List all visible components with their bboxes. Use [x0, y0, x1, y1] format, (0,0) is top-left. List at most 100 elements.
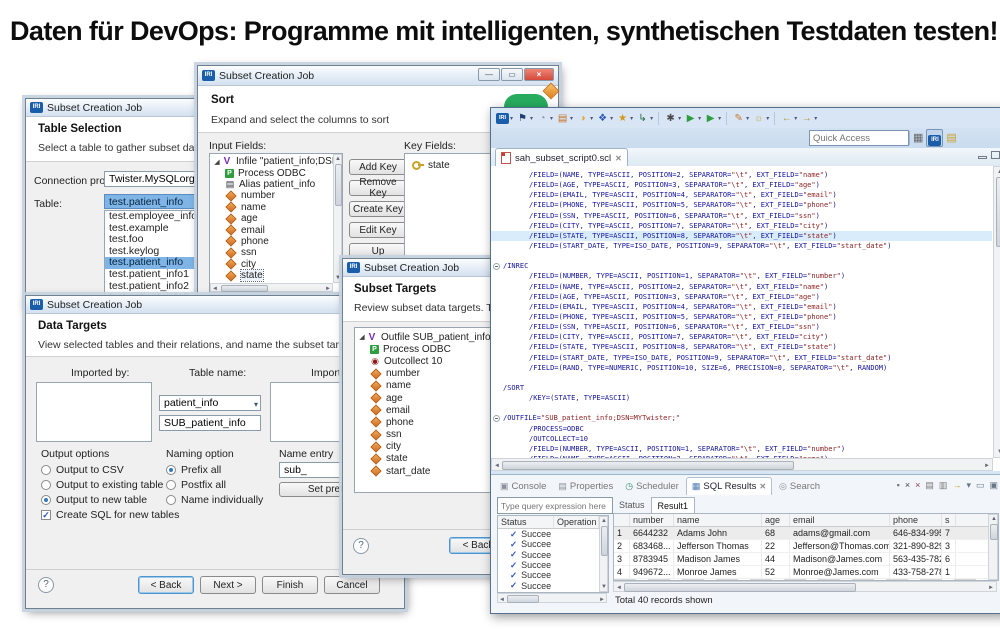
code-line[interactable]: /FIELD=(STATE, TYPE=ASCII, POSITION=8, S… — [491, 231, 992, 241]
status-row[interactable]: ✓Succee — [498, 580, 608, 590]
code-line[interactable] — [491, 373, 992, 383]
code-line[interactable]: /FIELD=(NAME, TYPE=ASCII, POSITION=2, SE… — [491, 282, 992, 292]
code-line[interactable]: /FIELD=(START_DATE, TYPE=ISO_DATE, POSIT… — [491, 353, 992, 363]
log-icon[interactable]: ▥ — [939, 479, 948, 491]
minimize-button[interactable]: — — [478, 68, 500, 81]
tree-item[interactable]: start_date — [357, 465, 499, 477]
code-line[interactable]: /FIELD=(PHONE, TYPE=ASCII, POSITION=5, S… — [491, 312, 992, 322]
open-perspective-icon[interactable]: ▦ — [913, 130, 923, 146]
vertical-scrollbar[interactable]: ▲ ▼ — [599, 516, 608, 592]
code-line[interactable]: /FIELD=(SSN, TYPE=ASCII, POSITION=6, SEP… — [491, 322, 992, 332]
table-row[interactable]: 38783945Madison James44Madison@James.com… — [614, 553, 998, 566]
tree-item[interactable]: ssn — [212, 247, 332, 258]
maximize-view-icon[interactable] — [991, 151, 1000, 159]
edit-key-button[interactable]: Edit Key — [349, 222, 407, 238]
tree-item[interactable]: city — [212, 259, 332, 270]
horizontal-scrollbar[interactable]: ◄ ► — [491, 458, 993, 471]
code-line[interactable]: /FIELD=(NUMBER, TYPE=ASCII, POSITION=1, … — [491, 444, 992, 454]
tree-item[interactable]: number — [357, 368, 499, 380]
naming-option-radio[interactable]: Prefix all — [166, 462, 263, 477]
remove-all-icon[interactable]: × — [915, 479, 920, 491]
close-button[interactable]: × — [524, 68, 554, 81]
code-line[interactable] — [491, 251, 992, 261]
tree-item[interactable]: name — [212, 202, 332, 213]
tree-item[interactable]: age — [212, 213, 332, 224]
status-row[interactable]: ✓Succee — [498, 539, 608, 549]
view-menu-icon[interactable]: ▾ — [966, 479, 971, 491]
tree-item[interactable]: PProcess ODBC — [357, 343, 499, 355]
forward-icon[interactable]: →▾ — [800, 112, 817, 125]
tree-item[interactable]: email — [212, 224, 332, 235]
hint-icon[interactable]: ☼▾ — [752, 112, 769, 125]
create-key-button[interactable]: Create Key — [349, 201, 407, 217]
code-line[interactable]: /FIELD=(CITY, TYPE=ASCII, POSITION=7, SE… — [491, 332, 992, 342]
column-header[interactable]: phone — [890, 514, 942, 526]
tree-item[interactable]: email — [357, 404, 499, 416]
tree-item[interactable]: city — [357, 441, 499, 453]
result-tab-result1[interactable]: Result1 — [651, 497, 696, 514]
new-wizard-icon[interactable]: ⚑▾ — [516, 112, 533, 125]
remove-icon[interactable]: × — [905, 479, 910, 491]
imported-by-list[interactable] — [36, 382, 152, 442]
close-icon[interactable]: ✕ — [759, 482, 766, 491]
transform-wizard-icon[interactable]: ★▾ — [616, 112, 633, 125]
rerun-icon[interactable]: → — [952, 479, 961, 491]
close-icon[interactable]: ✕ — [615, 154, 622, 163]
output-option-radio[interactable]: Output to existing table — [41, 477, 163, 492]
code-line[interactable]: /FIELD=(CITY, TYPE=ASCII, POSITION=7, SE… — [491, 221, 992, 231]
column-header[interactable]: email — [790, 514, 890, 526]
code-line[interactable] — [491, 403, 992, 413]
remove-key-button[interactable]: Remove Key — [349, 180, 407, 196]
code-line[interactable]: /FIELD=(SSN, TYPE=ASCII, POSITION=6, SEP… — [491, 211, 992, 221]
code-line[interactable]: /PROCESS=ODBC — [491, 424, 992, 434]
resource-perspective-icon[interactable]: ▤ — [946, 130, 956, 146]
output-option-radio[interactable]: Output to CSV — [41, 462, 163, 477]
tree-expander-icon[interactable]: ◢ — [357, 333, 367, 341]
code-line[interactable]: /KEY=(STATE, TYPE=ASCII) — [491, 393, 992, 403]
code-line[interactable]: /INREC — [491, 261, 992, 271]
tab-console[interactable]: ▣Console — [495, 478, 551, 495]
quick-access-input[interactable] — [809, 130, 909, 146]
tree-item[interactable]: ▤Alias patient_info — [212, 179, 332, 190]
help-button[interactable]: ? — [353, 538, 369, 554]
column-header[interactable]: age — [762, 514, 790, 526]
external-tools-icon[interactable]: ✱▾ — [664, 112, 681, 125]
data-connection-icon[interactable]: ▤▾ — [556, 112, 573, 125]
run-icon[interactable]: ▶▾ — [684, 112, 701, 125]
status-row[interactable]: ✓Succee — [498, 550, 608, 560]
tree-item[interactable]: phone — [357, 416, 499, 428]
code-line[interactable]: /OUTFILE="SUB_patient_info;DSN=MYTwister… — [491, 413, 992, 423]
minimize-icon[interactable]: ▭ — [976, 479, 985, 491]
tree-item[interactable]: age — [357, 392, 499, 404]
fold-collapse-icon[interactable] — [493, 415, 500, 422]
naming-option-radio[interactable]: Postfix all — [166, 477, 263, 492]
code-line[interactable]: /FIELD=(AGE, TYPE=ASCII, POSITION=3, SEP… — [491, 292, 992, 302]
tab-scheduler[interactable]: ◷Scheduler — [620, 478, 684, 495]
tree-item[interactable]: name — [357, 380, 499, 392]
maximize-icon[interactable]: ▣ — [989, 479, 998, 491]
tab-properties[interactable]: ▤Properties — [553, 478, 618, 495]
status-row[interactable]: ✓Succee — [498, 570, 608, 580]
fold-collapse-icon[interactable] — [493, 263, 500, 270]
metadata-discovery-icon[interactable]: ◑▾ — [576, 112, 593, 125]
tree-item[interactable]: ◉Outcollect 10 — [357, 355, 499, 367]
back-button[interactable]: < Back — [138, 576, 194, 594]
status-row[interactable]: ✓Succee — [498, 560, 608, 570]
finish-button[interactable]: Finish — [262, 576, 318, 594]
table-row[interactable]: 2683468...Jefferson Thomas22Jefferson@Th… — [614, 540, 998, 553]
table-row[interactable]: 16644232Adams John68adams@gmail.com646-8… — [614, 527, 998, 540]
result-tab-status[interactable]: Status — [613, 497, 651, 512]
table-row[interactable]: 4949672...Monroe James52Monroe@James.com… — [614, 566, 998, 579]
run-script-icon[interactable]: ↳▾ — [636, 112, 653, 125]
code-line[interactable]: /FIELD=(AGE, TYPE=ASCII, POSITION=3, SEP… — [491, 180, 992, 190]
tree-item[interactable]: ssn — [357, 429, 499, 441]
editor-tab[interactable]: sah_subset_script0.scl ✕ — [495, 148, 628, 167]
sub-table-name-field[interactable]: SUB_patient_info — [159, 415, 261, 431]
column-header[interactable] — [614, 514, 630, 526]
tree-item[interactable]: number — [212, 190, 332, 201]
tree-item[interactable]: state — [212, 270, 332, 281]
code-line[interactable]: /FIELD=(EMAIL, TYPE=ASCII, POSITION=4, S… — [491, 302, 992, 312]
help-button[interactable]: ? — [38, 577, 54, 593]
code-line[interactable]: /FIELD=(START_DATE, TYPE=ISO_DATE, POSIT… — [491, 241, 992, 251]
export-icon[interactable]: ▤ — [925, 479, 934, 491]
